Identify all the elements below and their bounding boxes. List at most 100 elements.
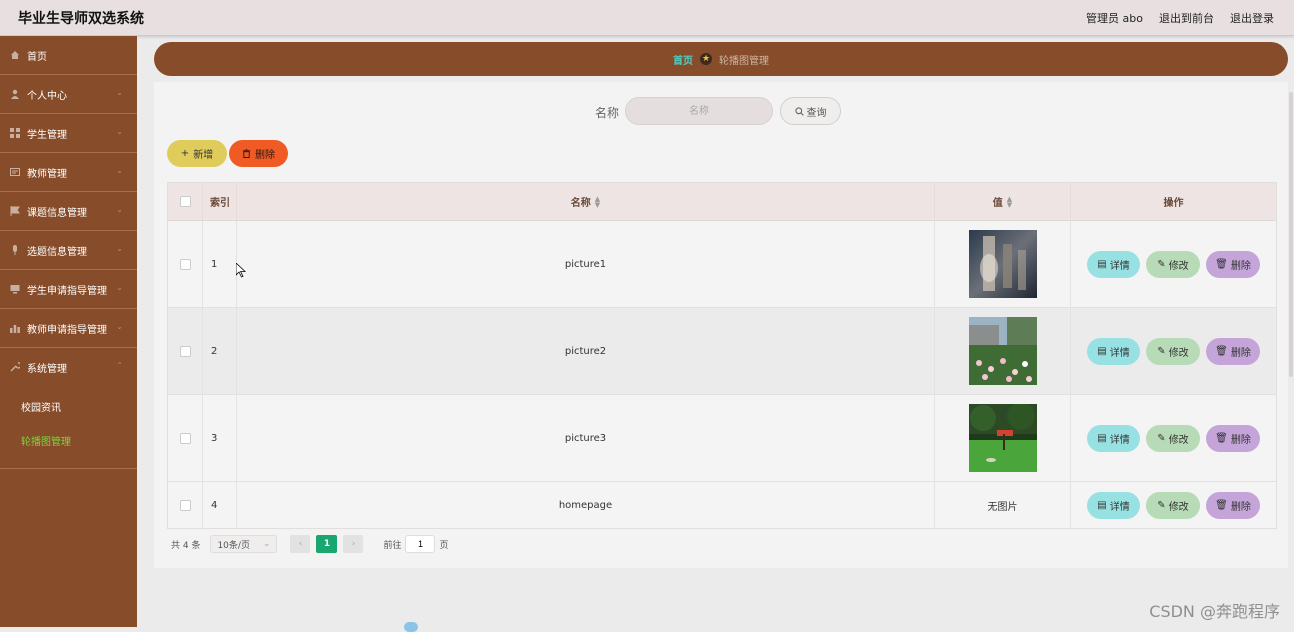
sidebar-item-personal-center[interactable]: 个人中心 ⌄ — [0, 75, 137, 114]
row-name: homepage — [237, 482, 935, 528]
wrench-icon — [10, 362, 20, 372]
data-table: 索引 名称 ▲ ▼ 值 ▲ ▼ 操作 1 picture1 ▤ 详情 ✎ 修改 … — [167, 182, 1277, 529]
star-icon: ★ — [700, 53, 712, 65]
row-value — [935, 221, 1071, 307]
top-right-links: 管理员 abo 退出到前台 退出登录 — [1086, 10, 1274, 26]
row-index: 2 — [203, 308, 237, 394]
row-index: 4 — [203, 482, 237, 528]
select-all-checkbox[interactable] — [179, 196, 191, 207]
chevron-down-icon: ⌄ — [116, 205, 123, 214]
sidebar-item-home[interactable]: 首页 — [0, 36, 137, 75]
exit-to-front-link[interactable]: 退出到前台 — [1159, 10, 1214, 26]
logout-link[interactable]: 退出登录 — [1230, 10, 1274, 26]
prev-page-button[interactable]: ‹ — [290, 535, 311, 553]
table-row: 3 picture3 ▤ 详情 ✎ 修改 🗑 删除 — [168, 395, 1276, 482]
next-page-button[interactable]: › — [343, 535, 364, 553]
page-size-value: 10条/页 — [217, 540, 250, 551]
sidebar-item-selection-info-management[interactable]: 选题信息管理 ⌄ — [0, 231, 137, 270]
thumbnail-image[interactable] — [968, 404, 1037, 472]
search-input[interactable] — [625, 97, 773, 125]
vertical-scrollbar[interactable] — [1289, 92, 1293, 377]
row-checkbox[interactable] — [179, 499, 191, 511]
trash-icon: 🗑 — [1215, 258, 1228, 270]
goto-label: 前往 — [383, 540, 402, 551]
home-icon — [11, 51, 19, 59]
flag-icon — [10, 206, 20, 216]
grid-icon — [10, 128, 20, 138]
mic-icon — [13, 245, 17, 255]
edit-button[interactable]: ✎ 修改 — [1146, 491, 1200, 519]
detail-button[interactable]: ▤ 详情 — [1087, 250, 1140, 278]
row-check-cell — [168, 395, 203, 481]
search-button[interactable]: 查询 — [780, 97, 841, 125]
pencil-icon: ✎ — [1157, 345, 1166, 357]
row-checkbox[interactable] — [179, 258, 191, 270]
row-checkbox[interactable] — [179, 345, 191, 357]
delete-label: 删除 — [1230, 501, 1251, 513]
table-row: 2 picture2 ▤ 详情 ✎ 修改 🗑 删除 — [168, 308, 1276, 395]
detail-button[interactable]: ▤ 详情 — [1087, 424, 1140, 452]
system-submenu: 校园资讯 轮播图管理 — [0, 386, 137, 469]
detail-button[interactable]: ▤ 详情 — [1087, 491, 1140, 519]
batch-delete-label: 删除 — [255, 150, 275, 161]
sidebar-subitem-carousel-management[interactable]: 轮播图管理 — [0, 426, 137, 460]
table-row: 4 homepage 无图片 ▤ 详情 ✎ 修改 🗑 删除 — [168, 482, 1276, 528]
page-number-current[interactable]: 1 — [316, 535, 338, 553]
add-button[interactable]: + 新增 — [167, 140, 227, 167]
row-delete-button[interactable]: 🗑 删除 — [1206, 424, 1260, 452]
mouse-cursor-icon — [236, 263, 246, 278]
sort-icon[interactable]: ▲ ▼ — [1007, 195, 1012, 208]
sidebar-item-teacher-management[interactable]: 教师管理 ⌄ — [0, 153, 137, 192]
header-name[interactable]: 名称 ▲ ▼ — [237, 183, 935, 220]
delete-label: 删除 — [1230, 347, 1251, 359]
chevron-down-icon: ⌄ — [116, 88, 123, 97]
thumbnail-image[interactable] — [968, 230, 1037, 298]
sidebar-subitem-campus-news[interactable]: 校园资讯 — [0, 392, 137, 426]
edit-button[interactable]: ✎ 修改 — [1146, 337, 1200, 365]
delete-label: 删除 — [1230, 434, 1251, 446]
edit-label: 修改 — [1168, 501, 1189, 513]
app-title: 毕业生导师双选系统 — [18, 11, 144, 27]
document-icon: ▤ — [1097, 432, 1107, 444]
sidebar-item-label: 学生申请指导管理 — [27, 285, 107, 297]
row-ops-group: ▤ 详情 ✎ 修改 🗑 删除 — [1087, 491, 1260, 519]
goto-page-input[interactable] — [405, 535, 436, 553]
row-delete-button[interactable]: 🗑 删除 — [1206, 250, 1260, 278]
trash-icon — [242, 149, 251, 158]
breadcrumb: 首页 ★ 轮播图管理 — [154, 42, 1288, 76]
document-icon: ▤ — [1097, 499, 1107, 511]
page-size-select[interactable]: 10条/页 ⌄ — [210, 535, 278, 553]
pencil-icon: ✎ — [1157, 258, 1166, 270]
row-checkbox[interactable] — [179, 432, 191, 444]
sort-icon[interactable]: ▲ ▼ — [595, 195, 600, 208]
sidebar-item-teacher-application-management[interactable]: 教师申请指导管理 ⌄ — [0, 309, 137, 348]
detail-label: 详情 — [1109, 260, 1130, 272]
sidebar-item-topic-info-management[interactable]: 课题信息管理 ⌄ — [0, 192, 137, 231]
content-panel: 名称 查询 + 新增 删除 索引 名称 ▲▼ 值 ▲▼ 操作 — [154, 82, 1288, 568]
sidebar-item-label: 首页 — [27, 51, 47, 63]
pencil-icon: ✎ — [1157, 499, 1166, 511]
batch-delete-button[interactable]: 删除 — [229, 140, 288, 167]
sidebar-item-label: 个人中心 — [27, 90, 67, 102]
edit-button[interactable]: ✎ 修改 — [1146, 250, 1200, 278]
admin-user-label: 管理员 abo — [1086, 12, 1143, 25]
edit-button[interactable]: ✎ 修改 — [1146, 424, 1200, 452]
row-ops-group: ▤ 详情 ✎ 修改 🗑 删除 — [1087, 337, 1260, 365]
breadcrumb-home[interactable]: 首页 — [673, 52, 693, 67]
sidebar-item-student-application-management[interactable]: 学生申请指导管理 ⌄ — [0, 270, 137, 309]
header-value-label: 值 — [992, 198, 1003, 209]
document-icon: ▤ — [1097, 345, 1107, 357]
edit-label: 修改 — [1168, 260, 1189, 272]
row-index: 1 — [203, 221, 237, 307]
sidebar-item-label: 选题信息管理 — [27, 246, 87, 258]
sidebar-item-system-management[interactable]: 系统管理 ⌃ — [0, 348, 137, 386]
row-delete-button[interactable]: 🗑 删除 — [1206, 491, 1260, 519]
user-icon — [11, 89, 19, 99]
search-label: 名称 — [595, 106, 620, 120]
row-delete-button[interactable]: 🗑 删除 — [1206, 337, 1260, 365]
sidebar-item-student-management[interactable]: 学生管理 ⌄ — [0, 114, 137, 153]
thumbnail-image[interactable] — [968, 317, 1037, 385]
header-name-label: 名称 — [570, 198, 591, 209]
detail-button[interactable]: ▤ 详情 — [1087, 337, 1140, 365]
header-value[interactable]: 值 ▲ ▼ — [935, 183, 1071, 220]
